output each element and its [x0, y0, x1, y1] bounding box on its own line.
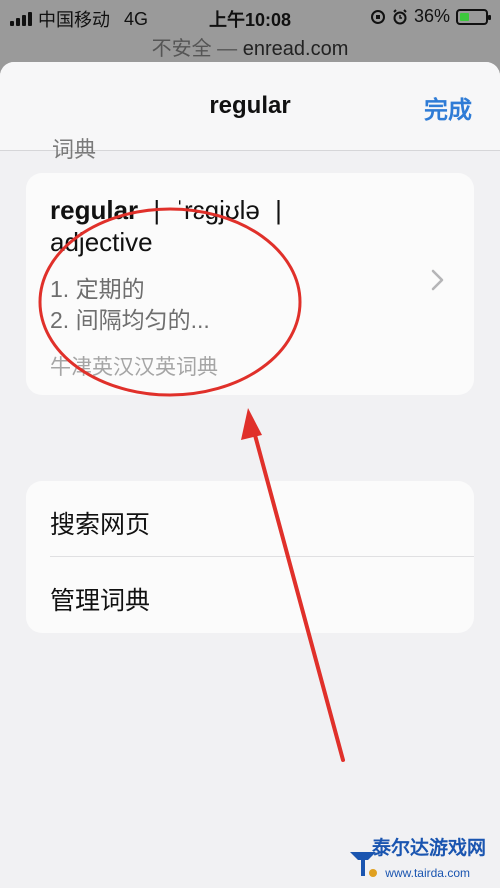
battery-percent: 36%	[413, 6, 450, 26]
separator: |	[275, 195, 282, 225]
rotation-lock-icon	[370, 9, 385, 24]
battery-fill	[460, 12, 469, 21]
battery-icon	[456, 8, 491, 25]
status-bar: 中国移动 4G 上午10:08 36%	[0, 0, 500, 32]
watermark-url: www.tairda.com	[385, 866, 470, 880]
url-domain: enread.com	[242, 38, 349, 60]
status-right: 36%	[370, 6, 491, 27]
watermark-text: 泰尔达游戏网	[371, 838, 486, 859]
definition-2: 2. 间隔均匀的...	[50, 307, 210, 333]
alarm-icon	[393, 8, 407, 24]
insecure-label: 不安全 —	[151, 38, 238, 60]
search-web-button[interactable]: 搜索网页	[50, 505, 150, 541]
actions-card: 搜索网页 管理词典	[26, 481, 474, 633]
dictionary-source: 牛津英汉汉英词典	[50, 356, 218, 379]
done-button[interactable]: 完成	[424, 90, 472, 125]
separator: |	[153, 195, 161, 225]
definition-1: 1. 定期的	[50, 276, 145, 302]
pronunciation: ˈrɛɡjʊlə	[175, 195, 260, 225]
dictionary-card[interactable]: regular | ˈrɛɡjʊlə | adjective 1. 定期的 2.…	[26, 173, 474, 395]
manage-dictionaries-button[interactable]: 管理词典	[50, 581, 150, 617]
part-of-speech: adjective	[50, 227, 153, 257]
divider	[50, 556, 474, 557]
entry-word: regular	[50, 195, 139, 225]
chevron-right-icon	[431, 269, 444, 291]
entry-headline: regular | ˈrɛɡjʊlə |	[50, 193, 450, 227]
section-label-dictionary: 词典	[52, 137, 97, 162]
url-bar[interactable]: 不安全 — enread.com	[0, 32, 500, 61]
